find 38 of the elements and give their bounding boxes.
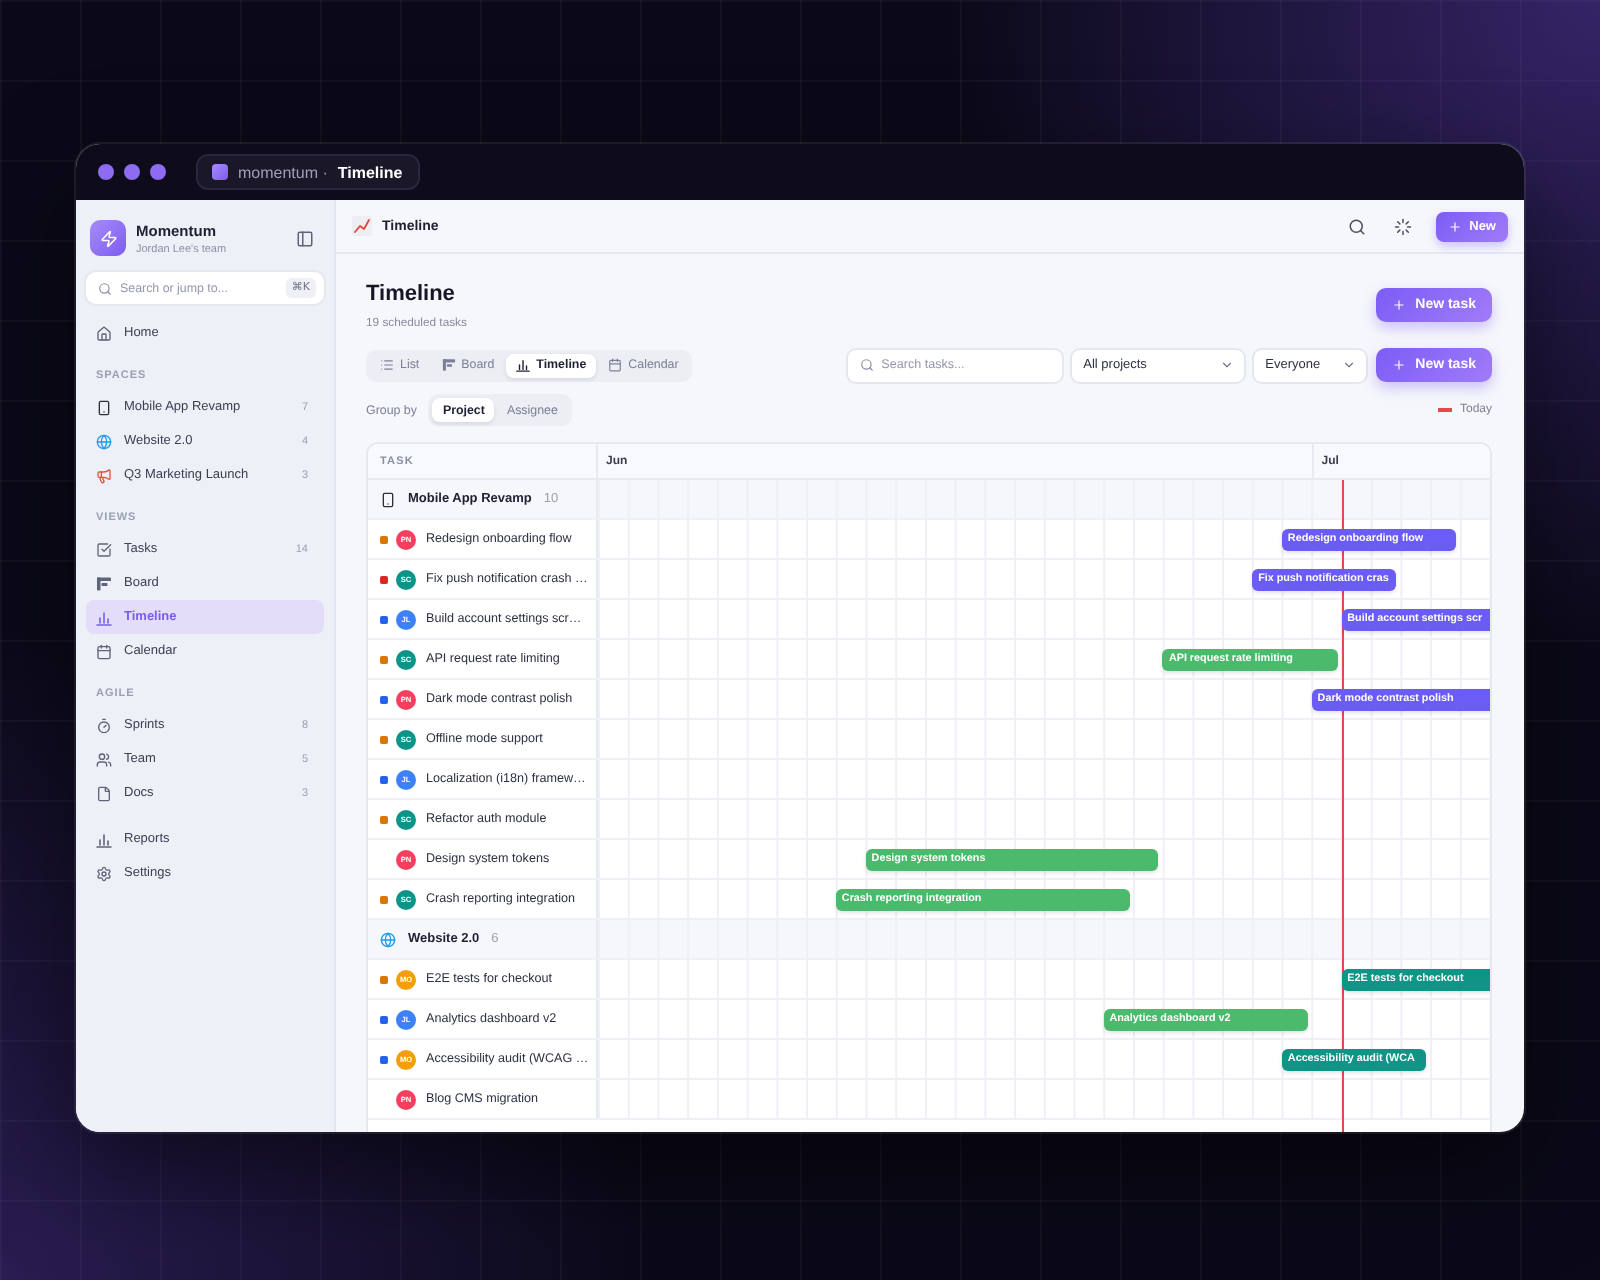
calendar-icon (96, 643, 112, 659)
timer-icon (96, 717, 112, 733)
megaphone-icon (96, 467, 112, 483)
phone-icon (96, 399, 112, 415)
tab-app-name: momentum · (238, 163, 328, 181)
window-dot-icon[interactable] (150, 164, 166, 180)
chart-icon (352, 216, 372, 236)
logo-icon (90, 220, 126, 256)
checkbox-icon (96, 541, 112, 557)
bar-chart-icon (96, 831, 112, 847)
phone-icon (380, 491, 396, 507)
search-icon (859, 358, 874, 372)
board-icon (96, 575, 112, 591)
users-icon (96, 751, 112, 767)
globe-icon (96, 433, 112, 449)
window-dot-icon[interactable] (124, 164, 140, 180)
plus-icon (1391, 298, 1406, 312)
search-icon (98, 281, 112, 295)
settings-icon (96, 865, 112, 881)
bar-chart-icon (96, 609, 112, 625)
tab-title: Timeline (337, 163, 403, 181)
plus-icon (1391, 358, 1406, 372)
window-dot-icon[interactable] (98, 164, 114, 180)
home-icon (96, 325, 112, 341)
plus-icon (1447, 219, 1462, 233)
app-icon (212, 164, 228, 180)
file-icon (96, 785, 112, 801)
list-icon (380, 358, 394, 372)
globe-icon (380, 931, 396, 947)
chevron-down-icon (1341, 358, 1356, 372)
page-title: Timeline (366, 280, 457, 308)
today-marker-icon (1437, 408, 1452, 412)
calendar-icon (608, 358, 623, 372)
window-tab[interactable]: momentum · Timeline (196, 154, 421, 190)
sidebar-toggle-icon[interactable] (296, 229, 314, 247)
chevron-down-icon (1219, 358, 1234, 372)
board-icon (441, 358, 456, 372)
bar-chart-icon (516, 358, 531, 372)
